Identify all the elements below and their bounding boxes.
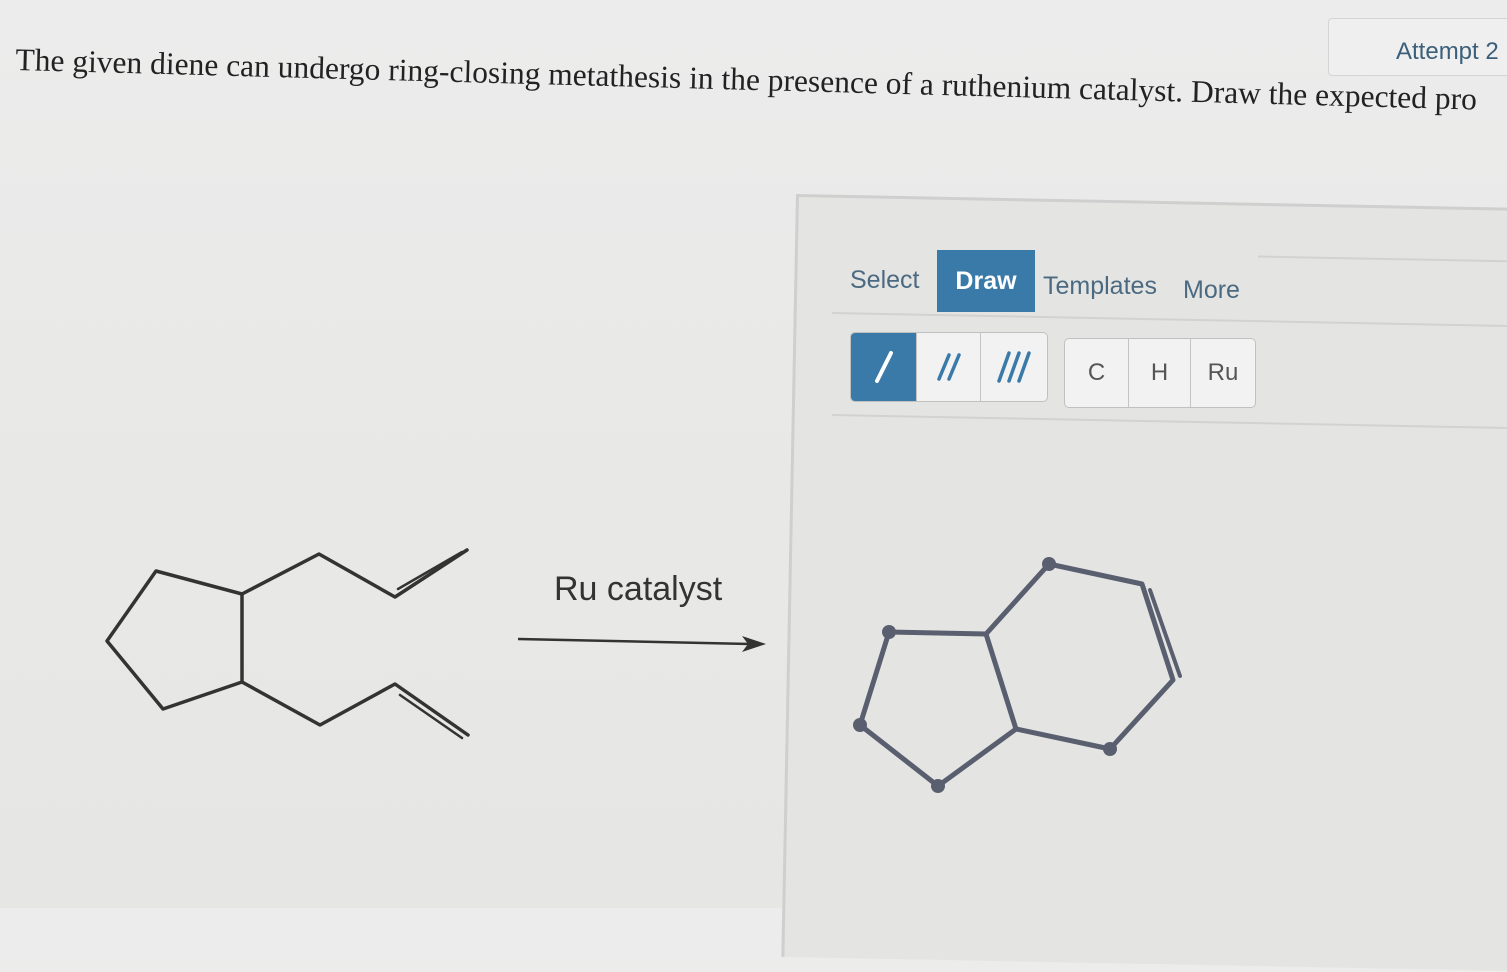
product-ring-fusion-bond	[983, 631, 1019, 732]
reactant-lower-double-bond-line	[398, 693, 464, 740]
reactant-upper-chain	[240, 548, 469, 599]
reactant-cyclopentane-ring	[105, 569, 244, 711]
product-atom-dots	[853, 557, 1117, 793]
structure-canvas	[105, 548, 1182, 793]
drawn-product-structure[interactable]	[853, 557, 1182, 793]
product-bonds	[857, 561, 1176, 789]
reactant-lower-chain	[240, 680, 470, 737]
reactant-upper-double-bond-line	[396, 550, 464, 591]
reactant-diene-structure	[105, 548, 470, 740]
reaction-arrow	[517, 636, 766, 652]
